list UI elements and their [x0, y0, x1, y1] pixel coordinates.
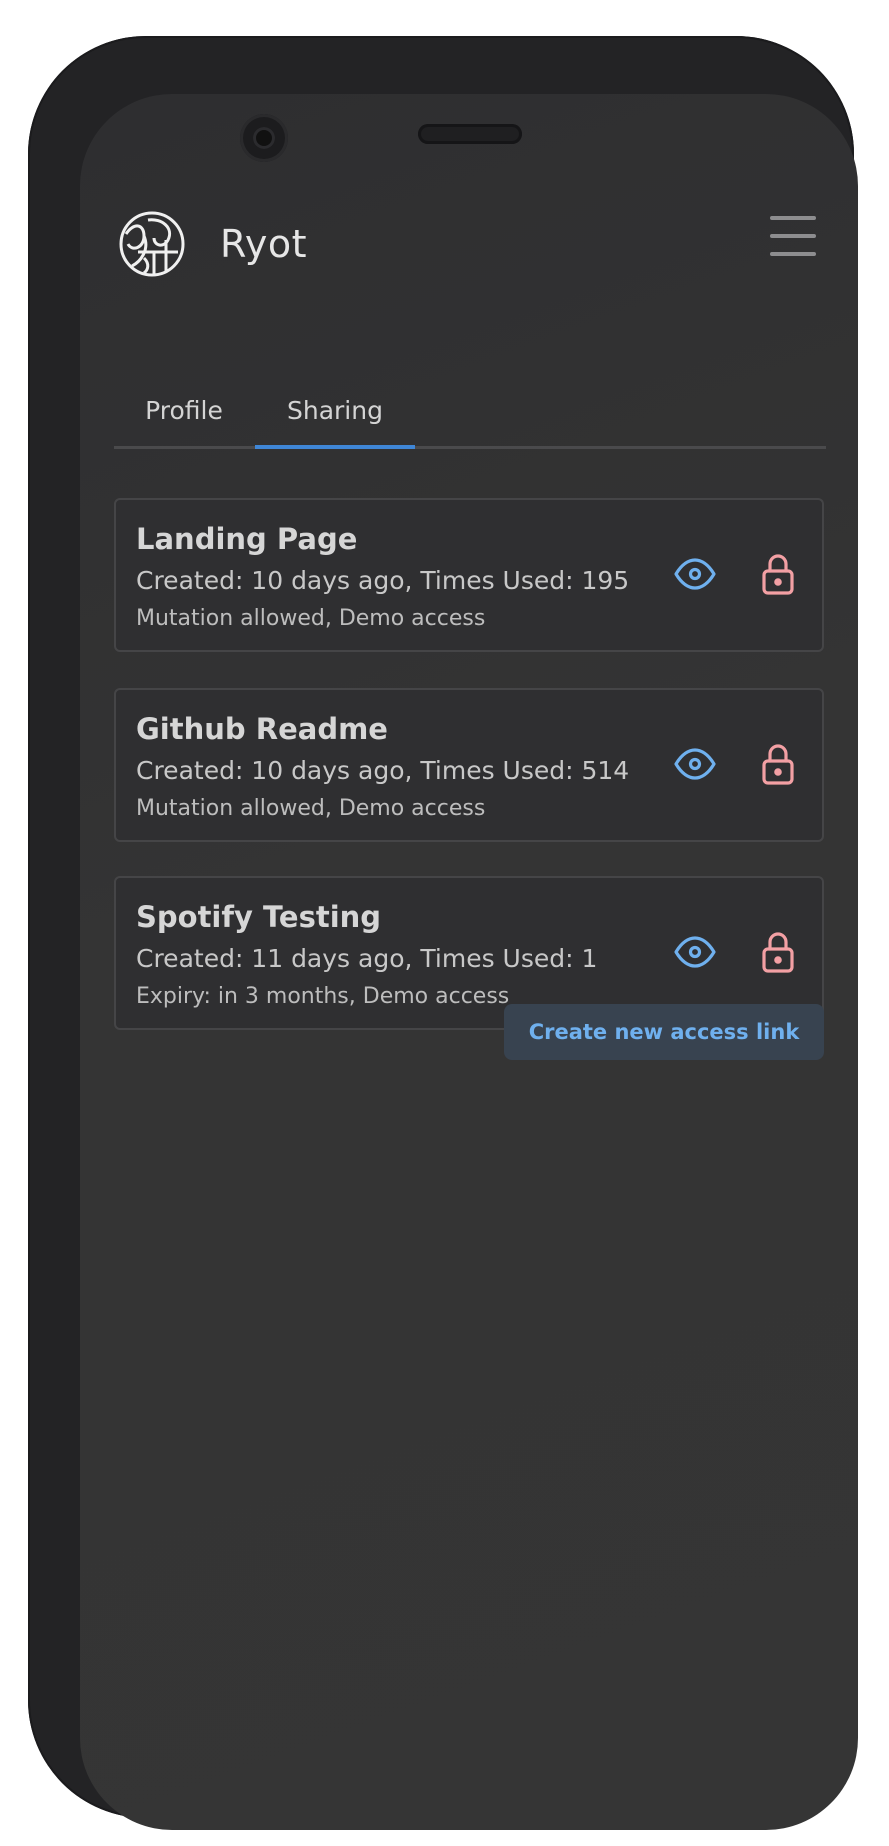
access-link-details: Expiry: in 3 months, Demo access — [136, 984, 510, 1009]
tab-profile[interactable]: Profile — [114, 396, 254, 446]
app-title: Ryot — [220, 222, 307, 266]
hamburger-menu-icon[interactable] — [768, 216, 818, 260]
tab-sharing[interactable]: Sharing — [255, 396, 415, 446]
app-screen: Ryot Profile Sharing Landing Page Create… — [80, 94, 858, 1830]
eye-icon[interactable] — [671, 550, 719, 598]
lock-icon[interactable] — [754, 550, 802, 598]
access-link-details: Mutation allowed, Demo access — [136, 796, 486, 821]
phone-frame: Ryot Profile Sharing Landing Page Create… — [28, 36, 858, 1830]
access-link-card: Github Readme Created: 10 days ago, Time… — [114, 688, 824, 842]
access-link-meta: Created: 11 days ago, Times Used: 1 — [136, 944, 598, 973]
eye-icon[interactable] — [671, 740, 719, 788]
lock-icon[interactable] — [754, 740, 802, 788]
access-link-meta: Created: 10 days ago, Times Used: 195 — [136, 566, 630, 595]
lock-icon[interactable] — [754, 928, 802, 976]
access-link-name: Spotify Testing — [136, 900, 382, 934]
access-link-details: Mutation allowed, Demo access — [136, 606, 486, 631]
create-access-link-button[interactable]: Create new access link — [504, 1004, 824, 1060]
ryot-logo-icon[interactable] — [118, 210, 186, 278]
eye-icon[interactable] — [671, 928, 719, 976]
app-header: Ryot — [118, 210, 818, 280]
access-link-name: Github Readme — [136, 712, 388, 746]
access-link-meta: Created: 10 days ago, Times Used: 514 — [136, 756, 630, 785]
front-camera — [240, 114, 288, 162]
settings-tabs: Profile Sharing — [114, 388, 826, 449]
access-link-card: Landing Page Created: 10 days ago, Times… — [114, 498, 824, 652]
earpiece-speaker — [418, 124, 522, 144]
access-link-name: Landing Page — [136, 522, 358, 556]
active-tab-indicator — [255, 445, 415, 449]
